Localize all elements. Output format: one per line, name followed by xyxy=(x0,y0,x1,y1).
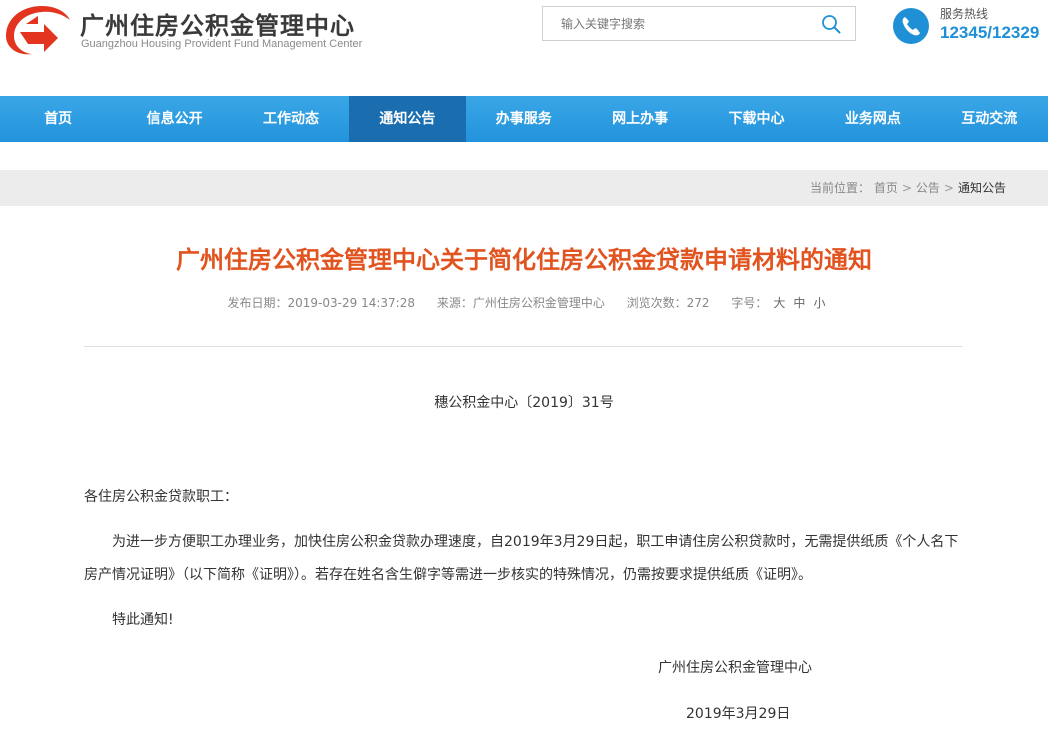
site-title: 广州住房公积金管理中心 xyxy=(80,12,355,40)
article-source: 来源：广州住房公积金管理中心 xyxy=(436,296,605,310)
breadcrumb-current: 通知公告 xyxy=(957,181,1006,195)
signature-date: 2019年3月29日 xyxy=(686,706,791,722)
document-number: 穗公积金中心〔2019〕31号 xyxy=(434,395,614,411)
nav-item-info-disclosure[interactable]: 信息公开 xyxy=(116,96,232,142)
breadcrumb-separator: > xyxy=(901,181,912,195)
site-subtitle: Guangzhou Housing Provident Fund Managem… xyxy=(81,38,363,50)
breadcrumb-announcements-link[interactable]: 公告 xyxy=(916,181,940,195)
breadcrumb-home-link[interactable]: 首页 xyxy=(874,181,898,195)
font-size-small-button[interactable]: 小 xyxy=(813,296,825,310)
font-size-medium-button[interactable]: 中 xyxy=(793,296,805,310)
nav-item-downloads[interactable]: 下载中心 xyxy=(698,96,814,142)
meta-divider xyxy=(84,346,963,347)
site-header: 广州住房公积金管理中心 Guangzhou Housing Provident … xyxy=(0,0,1048,96)
article-body: 为进一步方便职工办理业务，加快住房公积金贷款办理速度，自2019年3月29日起，… xyxy=(84,534,959,583)
article-title: 广州住房公积金管理中心关于简化住房公积金贷款申请材料的通知 xyxy=(176,246,872,274)
publish-date: 发布日期：2019-03-29 14:37:28 xyxy=(227,296,415,310)
font-size-label: 字号： xyxy=(731,296,768,310)
breadcrumb-prefix: 当前位置： xyxy=(809,181,870,195)
article-meta: 发布日期：2019-03-29 14:37:28 来源：广州住房公积金管理中心 … xyxy=(0,294,1048,311)
closing-remark: 特此通知! xyxy=(112,612,174,628)
salutation: 各住房公积金贷款职工： xyxy=(84,489,238,505)
view-count: 浏览次数：272 xyxy=(626,296,710,310)
search-input[interactable] xyxy=(543,7,813,40)
nav-item-services[interactable]: 办事服务 xyxy=(466,96,582,142)
hotline-number: 12345/12329 xyxy=(940,23,1040,42)
search-icon[interactable] xyxy=(821,14,841,34)
nav-item-notices[interactable]: 通知公告 xyxy=(349,96,466,142)
nav-item-online-services[interactable]: 网上办事 xyxy=(582,96,698,142)
breadcrumb-bar: 当前位置： 首页 > 公告 > 通知公告 xyxy=(0,170,1048,206)
nav-item-home[interactable]: 首页 xyxy=(0,96,116,142)
phone-icon xyxy=(893,8,929,44)
site-logo[interactable] xyxy=(0,2,72,58)
font-size-large-button[interactable]: 大 xyxy=(773,296,785,310)
signature-organization: 广州住房公积金管理中心 xyxy=(658,660,812,676)
main-nav: 首页 信息公开 工作动态 通知公告 办事服务 网上办事 下载中心 业务网点 互动… xyxy=(0,96,1048,142)
nav-item-branches[interactable]: 业务网点 xyxy=(815,96,931,142)
search-box xyxy=(542,6,856,41)
breadcrumb: 当前位置： 首页 > 公告 > 通知公告 xyxy=(810,170,1006,206)
nav-item-interaction[interactable]: 互动交流 xyxy=(931,96,1047,142)
breadcrumb-separator: > xyxy=(943,181,954,195)
hotline-label: 服务热线 xyxy=(940,7,989,21)
nav-item-work-news[interactable]: 工作动态 xyxy=(233,96,349,142)
